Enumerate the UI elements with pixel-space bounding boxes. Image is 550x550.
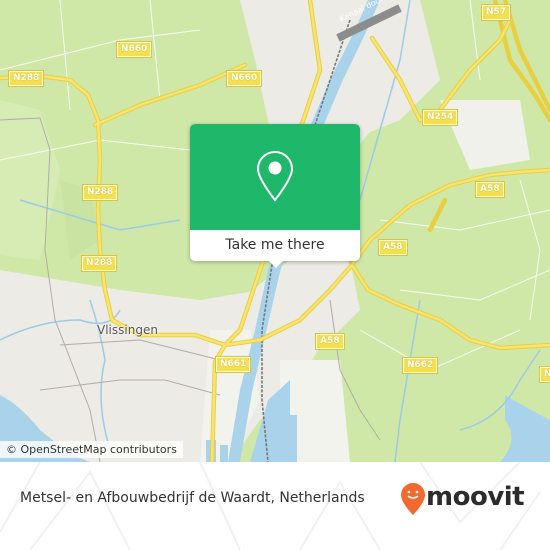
map-view[interactable]: Vlissingen Kanaal door Walcheren N288 N6… [0,0,550,462]
road-label-n-partial: N [539,366,550,383]
moovit-logo[interactable]: moovit [400,482,525,520]
road-label-n660: N660 [115,41,153,58]
road-label-a58: A58 [315,333,345,350]
map-attribution[interactable]: © OpenStreetMap contributors [0,441,183,458]
destination-popup[interactable]: Take me there [190,124,360,268]
place-label-vlissingen: Vlissingen [97,323,158,337]
road-label-a58: A58 [378,239,408,256]
place-name: Metsel- en Afbouwbedrijf de Waardt, Neth… [20,490,365,506]
moovit-wordmark: moovit [426,482,525,512]
footer: Metsel- en Afbouwbedrijf de Waardt, Neth… [0,462,550,550]
road-label-a58: A58 [475,181,505,198]
road-label-n661: N661 [214,356,252,373]
road-label-n254: N254 [421,109,459,126]
road-label-n660: N660 [225,70,263,87]
road-label-n662: N662 [401,357,439,374]
popup-header [190,124,360,230]
road-label-n288: N288 [80,255,118,272]
moovit-pin-icon [401,483,425,515]
road-label-n288: N288 [7,70,45,87]
location-pin-icon [256,150,294,202]
take-me-there-button[interactable]: Take me there [190,230,360,261]
road-label-n288: N288 [81,184,119,201]
popup-pointer [268,260,284,268]
road-label-n57: N57 [480,4,512,21]
